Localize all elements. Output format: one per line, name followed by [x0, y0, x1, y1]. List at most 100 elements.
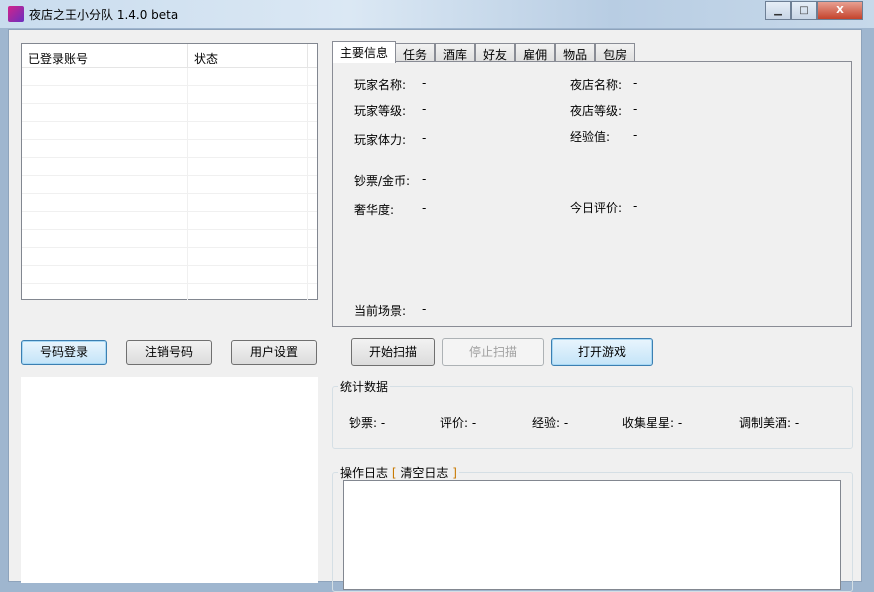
exp-label: 经验值: [570, 130, 611, 144]
list-row[interactable] [22, 158, 317, 176]
tab-items[interactable]: 物品 [555, 43, 596, 62]
column-account[interactable]: 已登录账号 [22, 44, 188, 67]
luxury-label: 奢华度: [354, 203, 395, 217]
empty-cell [22, 104, 188, 121]
empty-cell [188, 158, 308, 175]
empty-cell [188, 140, 308, 157]
luxury-value: - [422, 201, 427, 215]
log-title: 操作日志 [340, 466, 389, 480]
logout-button[interactable]: 注销号码 [126, 340, 212, 365]
open-game-button[interactable]: 打开游戏 [551, 338, 653, 366]
list-row[interactable] [22, 248, 317, 266]
tab-friends[interactable]: 好友 [475, 43, 516, 62]
empty-cell [188, 248, 308, 265]
blank-panel [21, 377, 318, 583]
app-icon [8, 6, 24, 22]
stats-title: 统计数据 [338, 378, 391, 395]
exp-value: - [633, 128, 638, 142]
minimize-button[interactable]: ▁ [765, 1, 791, 20]
tab-hire[interactable]: 雇佣 [515, 43, 556, 62]
empty-cell [22, 176, 188, 193]
empty-cell [22, 230, 188, 247]
stat-value: - [380, 416, 386, 430]
title-bar: 夜店之王小分队 1.4.0 beta ▁ □ X [0, 0, 874, 28]
account-list[interactable]: 已登录账号 状态 [21, 43, 318, 302]
empty-cell [22, 122, 188, 139]
login-button[interactable]: 号码登录 [21, 340, 107, 365]
empty-cell [22, 140, 188, 157]
empty-cell [188, 122, 308, 139]
stat-value: - [677, 416, 683, 430]
tab-main-info[interactable]: 主要信息 [332, 41, 397, 63]
main-window: 已登录账号 状态 号码登录 注销号码 用户设置 主要信息 任务 酒库 好友 雇佣… [8, 29, 862, 592]
start-scan-button[interactable]: 开始扫描 [351, 338, 435, 366]
empty-cell [188, 176, 308, 193]
list-row[interactable] [22, 68, 317, 86]
log-textarea[interactable] [343, 480, 841, 590]
empty-cell [188, 68, 308, 85]
tab-tasks[interactable]: 任务 [395, 43, 436, 62]
empty-cell [22, 266, 188, 283]
money-value: - [422, 172, 427, 186]
stat-item: 钞票: - [349, 414, 385, 431]
stop-scan-button[interactable]: 停止扫描 [442, 338, 544, 366]
empty-cell [22, 248, 188, 265]
list-row[interactable] [22, 176, 317, 194]
stat-value: - [471, 416, 477, 430]
tab-rooms[interactable]: 包房 [595, 43, 636, 62]
clear-log-link[interactable]: 清空日志 [400, 466, 448, 480]
column-status[interactable]: 状态 [188, 44, 308, 67]
empty-cell [188, 194, 308, 211]
empty-cell [188, 86, 308, 103]
stat-item: 评价: - [440, 414, 476, 431]
club-name-value: - [633, 76, 638, 90]
rating-label: 今日评价: [570, 201, 623, 215]
list-row[interactable] [22, 104, 317, 122]
stat-item: 经验: - [532, 414, 568, 431]
club-name-label: 夜店名称: [570, 78, 623, 92]
club-level-value: - [633, 102, 638, 116]
bracket-close: ] [452, 466, 457, 480]
log-title-row: 操作日志 [ 清空日志 ] [338, 464, 459, 481]
player-name-label: 玩家名称: [354, 78, 407, 92]
account-list-header: 已登录账号 状态 [22, 44, 317, 68]
list-row[interactable] [22, 284, 317, 302]
list-row[interactable] [22, 86, 317, 104]
main-info-panel: 玩家名称: - 夜店名称: - 玩家等级: - 夜店等级: - 玩家体力: - … [332, 61, 852, 327]
empty-cell [188, 104, 308, 121]
player-level-value: - [422, 102, 427, 116]
list-row[interactable] [22, 140, 317, 158]
tab-bar: 主要信息 任务 酒库 好友 雇佣 物品 包房 [332, 41, 636, 63]
list-row[interactable] [22, 194, 317, 212]
scene-value: - [422, 302, 427, 316]
user-settings-button[interactable]: 用户设置 [231, 340, 317, 365]
empty-cell [22, 212, 188, 229]
list-row[interactable] [22, 212, 317, 230]
stamina-value: - [422, 131, 427, 145]
stat-label: 经验: [532, 416, 561, 430]
club-level-label: 夜店等级: [570, 104, 623, 118]
bracket-open: [ [391, 466, 397, 480]
stamina-label: 玩家体力: [354, 133, 407, 147]
stat-label: 调制美酒: [739, 416, 792, 430]
stat-label: 钞票: [349, 416, 378, 430]
stat-value: - [794, 416, 800, 430]
tab-wine-cellar[interactable]: 酒库 [435, 43, 476, 62]
empty-cell [22, 68, 188, 85]
list-row[interactable] [22, 266, 317, 284]
rating-value: - [633, 199, 638, 213]
list-row[interactable] [22, 122, 317, 140]
player-level-label: 玩家等级: [354, 104, 407, 118]
money-label: 钞票/金币: [354, 174, 411, 188]
window-title: 夜店之王小分队 1.4.0 beta [29, 8, 179, 22]
scene-label: 当前场景: [354, 304, 407, 318]
stat-item: 调制美酒: - [739, 414, 799, 431]
empty-cell [188, 266, 308, 283]
maximize-button[interactable]: □ [791, 1, 817, 20]
empty-cell [22, 284, 188, 301]
empty-cell [188, 284, 308, 301]
close-button[interactable]: X [817, 1, 863, 20]
stat-value: - [563, 416, 569, 430]
list-row[interactable] [22, 230, 317, 248]
empty-cell [188, 230, 308, 247]
